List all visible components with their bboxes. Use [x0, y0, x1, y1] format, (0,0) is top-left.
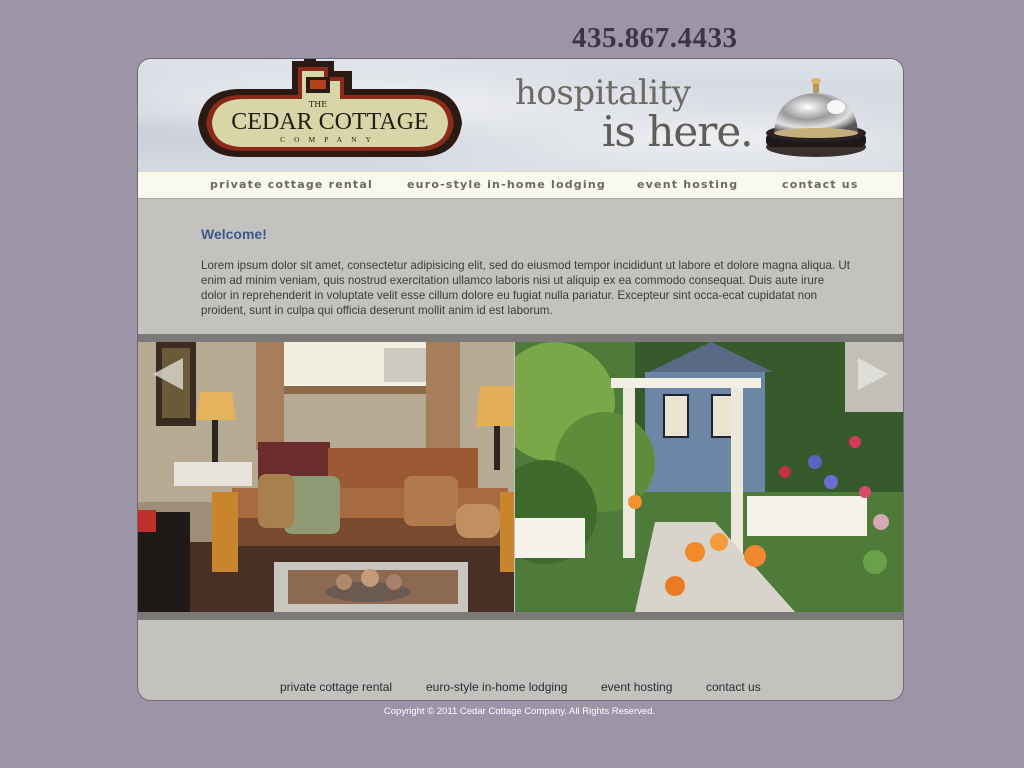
svg-text:CEDAR COTTAGE: CEDAR COTTAGE — [231, 109, 428, 135]
footer-link-contact-us[interactable]: contact us — [706, 680, 761, 694]
nav-event-hosting[interactable]: event hosting — [637, 178, 738, 191]
copyright-text: Copyright © 2011 Cedar Cottage Company. … — [383, 706, 656, 717]
tagline-is-here: is here. — [602, 107, 754, 156]
svg-text:THE: THE — [309, 100, 327, 109]
page-frame: THE CEDAR COTTAGE COMPANY hospitality is… — [137, 58, 904, 701]
service-bell-icon — [766, 78, 866, 157]
living-room-photo — [138, 342, 514, 612]
nav-private-cottage-rental[interactable]: private cottage rental — [210, 178, 373, 191]
footer-link-private-cottage-rental[interactable]: private cottage rental — [280, 680, 392, 694]
welcome-paragraph: Lorem ipsum dolor sit amet, consectetur … — [201, 259, 850, 317]
phone-number: 435.867.4433 — [572, 22, 738, 54]
photo-gallery — [138, 342, 903, 612]
garden-cottage-photo — [515, 342, 903, 612]
svg-text:COMPANY: COMPANY — [280, 135, 380, 144]
nav-euro-style-lodging[interactable]: euro-style in-home lodging — [407, 178, 606, 191]
footer-link-euro-style-lodging[interactable]: euro-style in-home lodging — [426, 680, 567, 694]
gallery-top-band — [138, 334, 903, 342]
welcome-heading: Welcome! — [201, 226, 267, 242]
top-nav: private cottage rental euro-style in-hom… — [138, 171, 903, 199]
gallery-bottom-band — [138, 612, 903, 620]
footer-link-event-hosting[interactable]: event hosting — [601, 680, 672, 694]
gallery-prev-arrow-icon[interactable] — [151, 356, 185, 392]
nav-contact-us[interactable]: contact us — [782, 178, 859, 191]
cedar-cottage-logo[interactable]: THE CEDAR COTTAGE COMPANY — [192, 58, 468, 166]
gallery-next-arrow-icon[interactable] — [856, 356, 890, 392]
header-banner: THE CEDAR COTTAGE COMPANY hospitality is… — [138, 59, 903, 171]
